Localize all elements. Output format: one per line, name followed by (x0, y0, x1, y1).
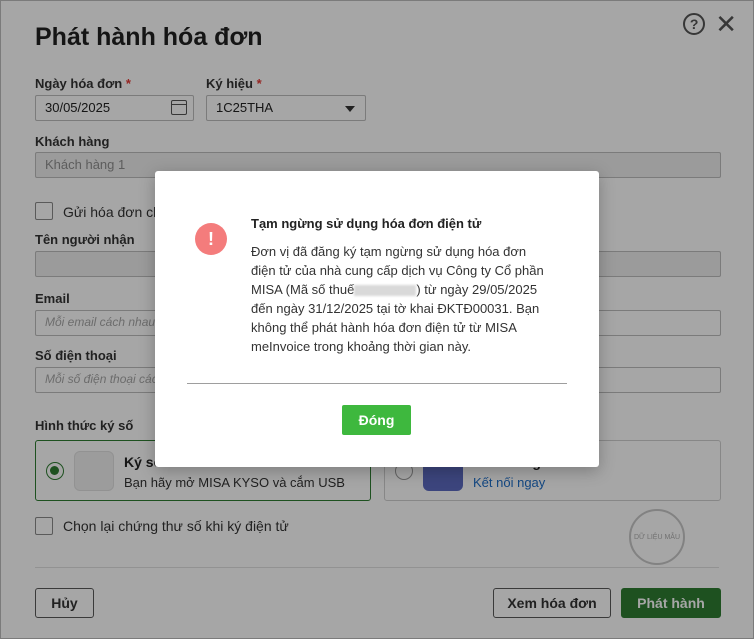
suspension-alert-modal: ! Tạm ngừng sử dụng hóa đơn điện tử Đơn … (155, 171, 599, 467)
modal-close-button[interactable]: Đóng (342, 405, 411, 435)
redacted-tax-code (354, 285, 417, 297)
warning-exclamation-icon: ! (195, 223, 227, 255)
modal-title: Tạm ngừng sử dụng hóa đơn điện tử (251, 216, 482, 231)
modal-divider (187, 383, 567, 384)
modal-message: Đơn vị đã đăng ký tạm ngừng sử dụng hóa … (251, 244, 544, 354)
